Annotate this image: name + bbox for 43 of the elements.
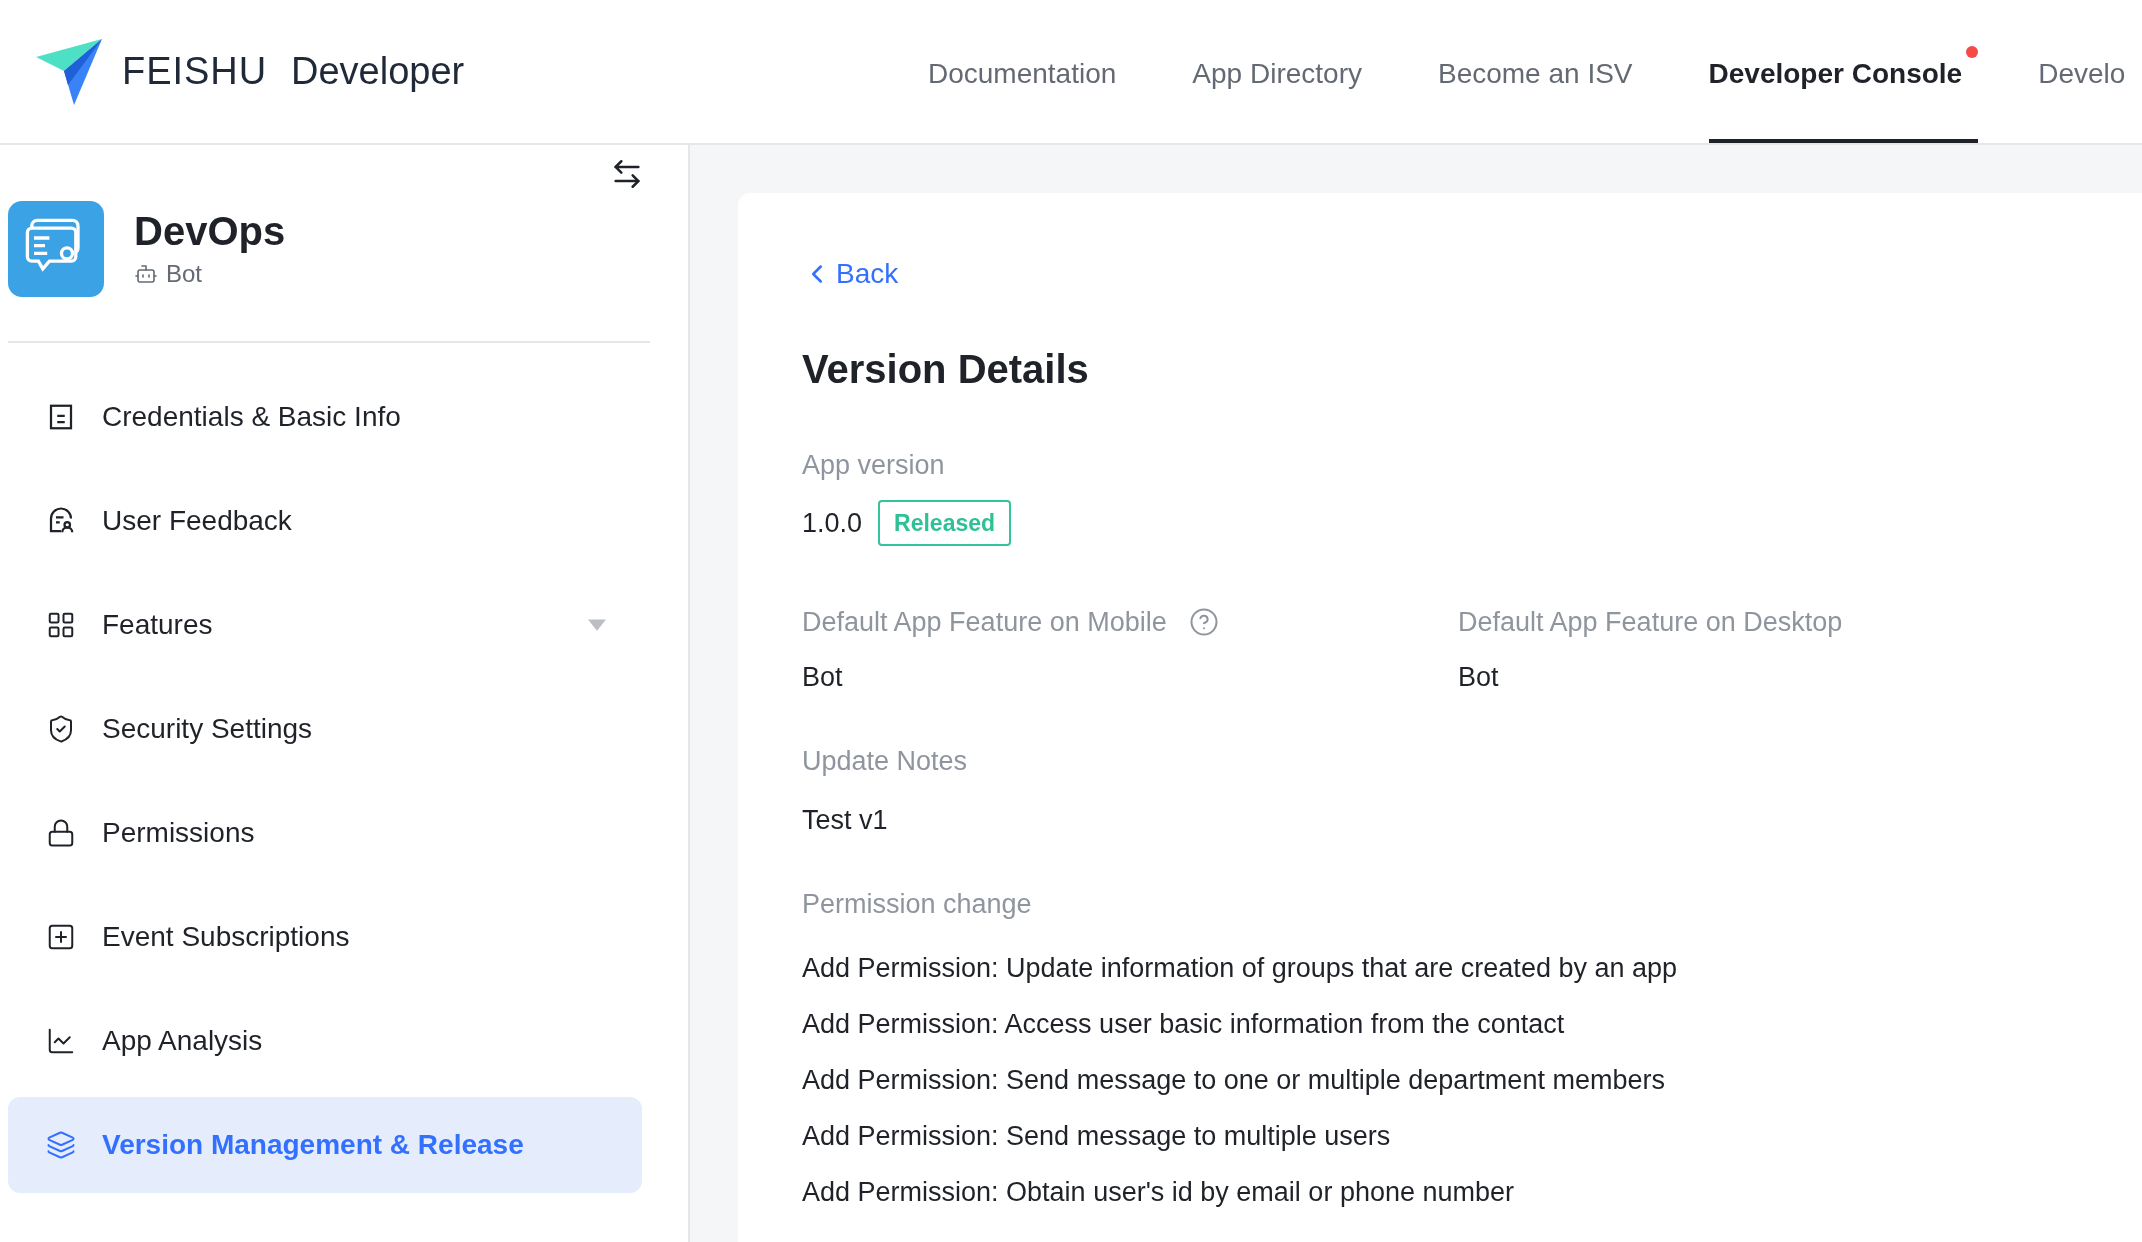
field-label: Default App Feature on Mobile	[802, 606, 1167, 639]
robot-icon	[134, 262, 158, 286]
permission-change-item: Add Permission: Update information of groups that are created by an app	[802, 951, 1678, 985]
paper-plane-logo-icon	[34, 36, 104, 107]
help-icon[interactable]	[1188, 607, 1219, 638]
nav-tab[interactable]: Develo	[2038, 0, 2142, 143]
permission-change-item: Add Permission: Send message to multiple users	[802, 1119, 1392, 1153]
status-tag: Released	[878, 499, 1012, 546]
sidebar-item[interactable]: User Feedback	[8, 473, 642, 569]
layers-icon	[46, 1130, 76, 1160]
permission-change-item: Add Permission: Access user basic information from the contact	[802, 1007, 1566, 1041]
grid-icon	[46, 610, 76, 640]
sidebar-item[interactable]: Security Settings	[8, 681, 642, 777]
square-plus-icon	[46, 922, 76, 952]
app-icon	[8, 201, 104, 297]
permission-change-item: Add Permission: Send message to one or multiple department members	[802, 1063, 1666, 1097]
permission-change-item: Add Permission: Obtain user's id by email or phone number	[802, 1175, 1515, 1209]
field-value: Bot	[802, 660, 844, 694]
field-label: Update Notes	[802, 745, 969, 778]
app-name: DevOps	[134, 208, 286, 255]
line-chart-icon	[46, 1026, 76, 1056]
sidebar-item[interactable]: App Analysis	[8, 993, 642, 1089]
back-link[interactable]: Back	[802, 253, 2142, 295]
sidebar-item[interactable]: Features	[8, 577, 642, 673]
page-title: Version Details	[802, 346, 1090, 393]
sidebar-item[interactable]: Version Management & Release	[8, 1097, 642, 1193]
caret-icon	[588, 619, 606, 631]
brand-name: FEISHU	[122, 49, 268, 94]
nav-tab[interactable]: Documentation	[928, 0, 1133, 143]
sidebar-item[interactable]: Event Subscriptions	[8, 889, 642, 985]
app-type: Bot	[166, 259, 203, 289]
sidebar-item[interactable]: Credentials & Basic Info	[8, 369, 642, 465]
lock-icon	[46, 818, 76, 848]
field-value: Bot	[1458, 660, 1500, 694]
product-name: Developer	[291, 49, 465, 94]
version-number: 1.0.0	[802, 506, 863, 540]
field-label: App version	[802, 449, 946, 482]
sidebar-item[interactable]: Permissions	[8, 785, 642, 881]
field-value: Test v1	[802, 803, 889, 837]
nav-tab[interactable]: App Directory	[1192, 0, 1378, 143]
nav-tab[interactable]: Become an ISV	[1437, 0, 1649, 143]
field-label: Default App Feature on Desktop	[1458, 606, 1843, 639]
field-label: Permission change	[802, 888, 1033, 921]
